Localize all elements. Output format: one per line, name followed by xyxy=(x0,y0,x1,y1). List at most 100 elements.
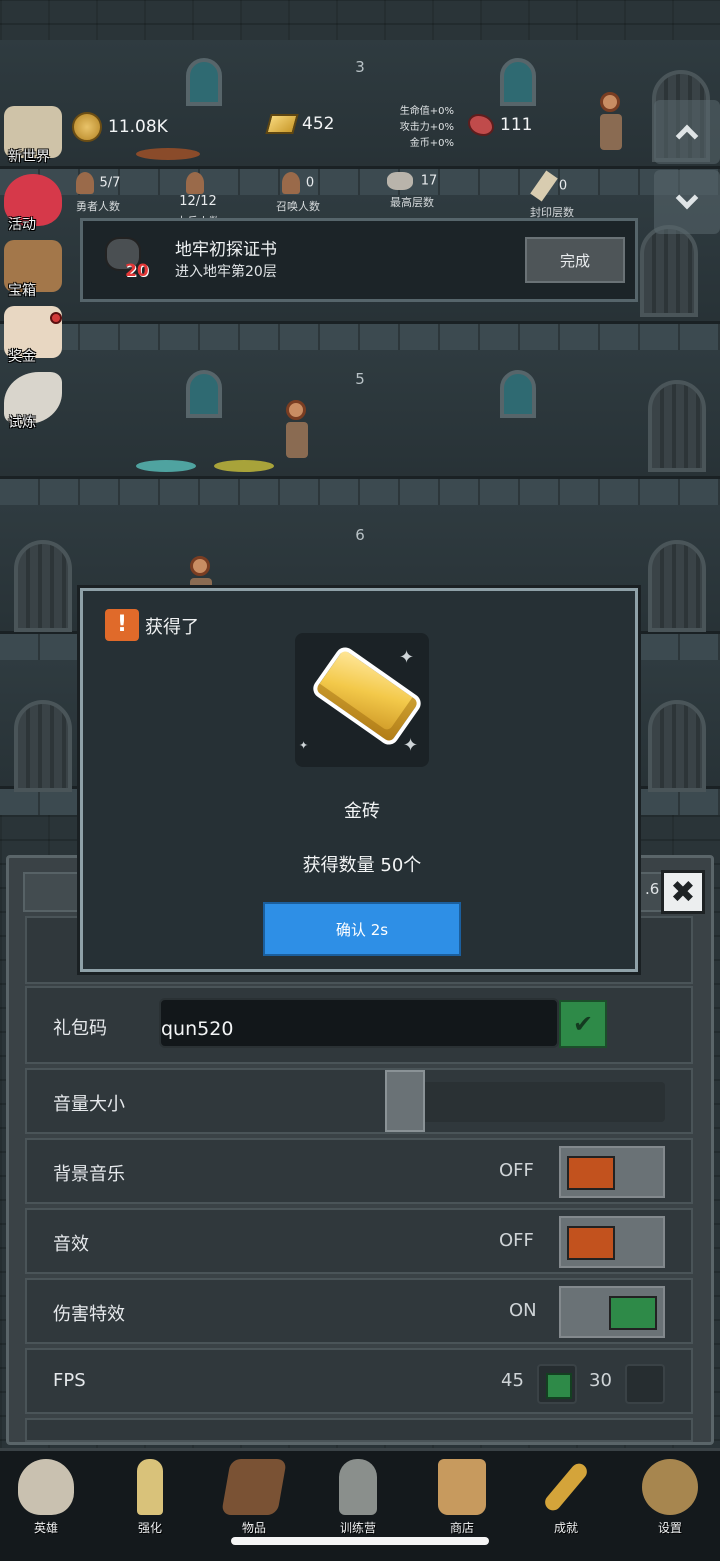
damage-fx-label: 伤害特效 xyxy=(53,1304,125,1325)
coin-icon xyxy=(72,112,102,142)
volume-row: 音量大小 xyxy=(25,1068,693,1134)
hero-count: 5/7 勇者人数 xyxy=(68,172,128,214)
dungeon-door xyxy=(14,700,72,792)
nav-shop[interactable]: 商店 xyxy=(410,1457,514,1547)
dungeon-door xyxy=(648,380,706,472)
scroll-up-button[interactable] xyxy=(654,100,720,164)
summon-icon xyxy=(281,172,300,194)
quest-complete-button[interactable]: 完成 xyxy=(525,237,625,283)
gold-bar-counter: 452 xyxy=(265,114,334,134)
quest-title: 地牢初探证书 xyxy=(175,240,277,260)
damage-fx-state: ON xyxy=(509,1300,537,1321)
bgm-toggle[interactable] xyxy=(559,1146,665,1198)
floor-puddle xyxy=(136,460,196,472)
bonus-stats: 生命值+0% 攻击力+0% 金币+0% xyxy=(399,106,454,149)
max-floor-count: 17 最高层数 xyxy=(380,172,444,210)
checkmark-icon: ✔ xyxy=(572,1010,594,1038)
sfx-row: 音效 OFF xyxy=(25,1208,693,1274)
quest-panel: 20 地牢初探证书 进入地牢第20层 完成 xyxy=(80,218,638,302)
gift-code-row: 礼包码 ✔ xyxy=(25,986,693,1064)
nav-items[interactable]: 物品 xyxy=(202,1457,306,1547)
fps-label: FPS xyxy=(53,1370,86,1391)
side-menu-event[interactable]: 活动 xyxy=(0,172,70,236)
bgm-row: 背景音乐 OFF xyxy=(25,1138,693,1204)
gift-code-confirm-button[interactable]: ✔ xyxy=(559,1000,607,1048)
dungeon-window xyxy=(500,370,536,418)
resource-hud: 11.08K 452 生命值+0% 攻击力+0% 金币+0% 111 5/7 勇… xyxy=(68,100,653,228)
scroll-icon xyxy=(530,170,558,202)
side-menu-trial[interactable]: 试炼 xyxy=(0,370,70,434)
gift-code-input[interactable] xyxy=(159,998,559,1048)
hero-icon xyxy=(75,172,94,194)
bgm-state: OFF xyxy=(499,1160,534,1181)
nav-settings[interactable]: 设置 xyxy=(618,1457,720,1547)
version-text: .6 xyxy=(645,880,660,898)
nav-enhance[interactable]: 强化 xyxy=(98,1457,202,1547)
side-menu-bonus[interactable]: 奖金 xyxy=(0,304,70,368)
volume-slider-handle[interactable] xyxy=(385,1070,425,1132)
reward-quantity: 获得数量 50个 xyxy=(302,855,422,876)
gem-counter: 111 xyxy=(468,114,532,136)
fps-option-45[interactable] xyxy=(537,1364,577,1404)
nav-achievement[interactable]: 成就 xyxy=(514,1457,618,1547)
modal-title: 获得了 xyxy=(145,617,199,638)
book-icon xyxy=(221,1459,287,1515)
chevron-up-icon xyxy=(675,124,699,148)
hero-sprite[interactable] xyxy=(286,400,308,458)
scroll-down-button[interactable] xyxy=(654,170,720,234)
dungeon-door xyxy=(640,225,698,317)
floor-puddle xyxy=(214,460,274,472)
sfx-label: 音效 xyxy=(53,1234,89,1255)
gold-counter: 11.08K xyxy=(72,112,168,142)
chevron-down-icon xyxy=(675,186,699,210)
damage-fx-row: 伤害特效 ON xyxy=(25,1278,693,1344)
sfx-state: OFF xyxy=(499,1230,534,1251)
damage-fx-toggle[interactable] xyxy=(559,1286,665,1338)
dungeon-door xyxy=(14,540,72,632)
sfx-toggle[interactable] xyxy=(559,1216,665,1268)
fps-row: FPS 45 30 xyxy=(25,1348,693,1414)
nav-hero[interactable]: 英雄 xyxy=(0,1457,98,1547)
key-icon xyxy=(541,1460,591,1514)
summon-count: 0 召唤人数 xyxy=(268,172,328,214)
floor-number: 5 xyxy=(355,370,365,388)
volume-slider-track[interactable] xyxy=(385,1082,665,1122)
nav-training[interactable]: 训练营 xyxy=(306,1457,410,1547)
lantern-icon xyxy=(339,1459,377,1515)
volume-label: 音量大小 xyxy=(53,1094,125,1115)
sparkle-icon: ✦ xyxy=(403,735,419,756)
quest-description: 进入地牢第20层 xyxy=(175,264,277,280)
gear-icon xyxy=(642,1459,698,1515)
fps-option-30[interactable] xyxy=(625,1364,665,1404)
soldier-icon xyxy=(186,172,204,194)
dungeon-window xyxy=(186,58,222,106)
floor-number: 3 xyxy=(355,58,365,76)
side-menu-new-world[interactable]: 新世界 xyxy=(0,104,70,168)
gift-code-label: 礼包码 xyxy=(53,1018,107,1039)
confirm-button[interactable]: 确认 2s xyxy=(263,902,461,956)
dungeon-window xyxy=(500,58,536,106)
close-button[interactable]: ✖ xyxy=(661,870,705,914)
alert-icon: ! xyxy=(105,609,139,641)
toggle-knob xyxy=(609,1296,657,1330)
quest-badge-number: 20 xyxy=(125,261,149,281)
floor-number: 6 xyxy=(355,526,365,544)
mug-icon xyxy=(438,1459,486,1515)
toggle-knob xyxy=(567,1226,615,1260)
reward-item-frame: ✦ ✦ ✦ xyxy=(295,633,429,767)
rock-icon xyxy=(386,172,413,190)
candle-icon xyxy=(137,1459,163,1515)
gold-bar-icon xyxy=(265,114,299,134)
reward-item-name: 金砖 xyxy=(344,801,380,822)
skull-icon xyxy=(18,1459,74,1515)
reward-modal: ! 获得了 ✦ ✦ ✦ 金砖 获得数量 50个 确认 2s xyxy=(80,588,638,972)
dungeon-door xyxy=(648,540,706,632)
home-indicator[interactable] xyxy=(231,1537,489,1545)
side-menu-chest[interactable]: 宝箱 xyxy=(0,238,70,302)
notification-dot xyxy=(50,312,62,324)
bgm-label: 背景音乐 xyxy=(53,1164,125,1185)
gem-icon xyxy=(468,114,494,136)
toggle-knob xyxy=(567,1156,615,1190)
settings-row-partial xyxy=(25,1418,693,1442)
fps-option-45-label: 45 xyxy=(501,1370,524,1391)
